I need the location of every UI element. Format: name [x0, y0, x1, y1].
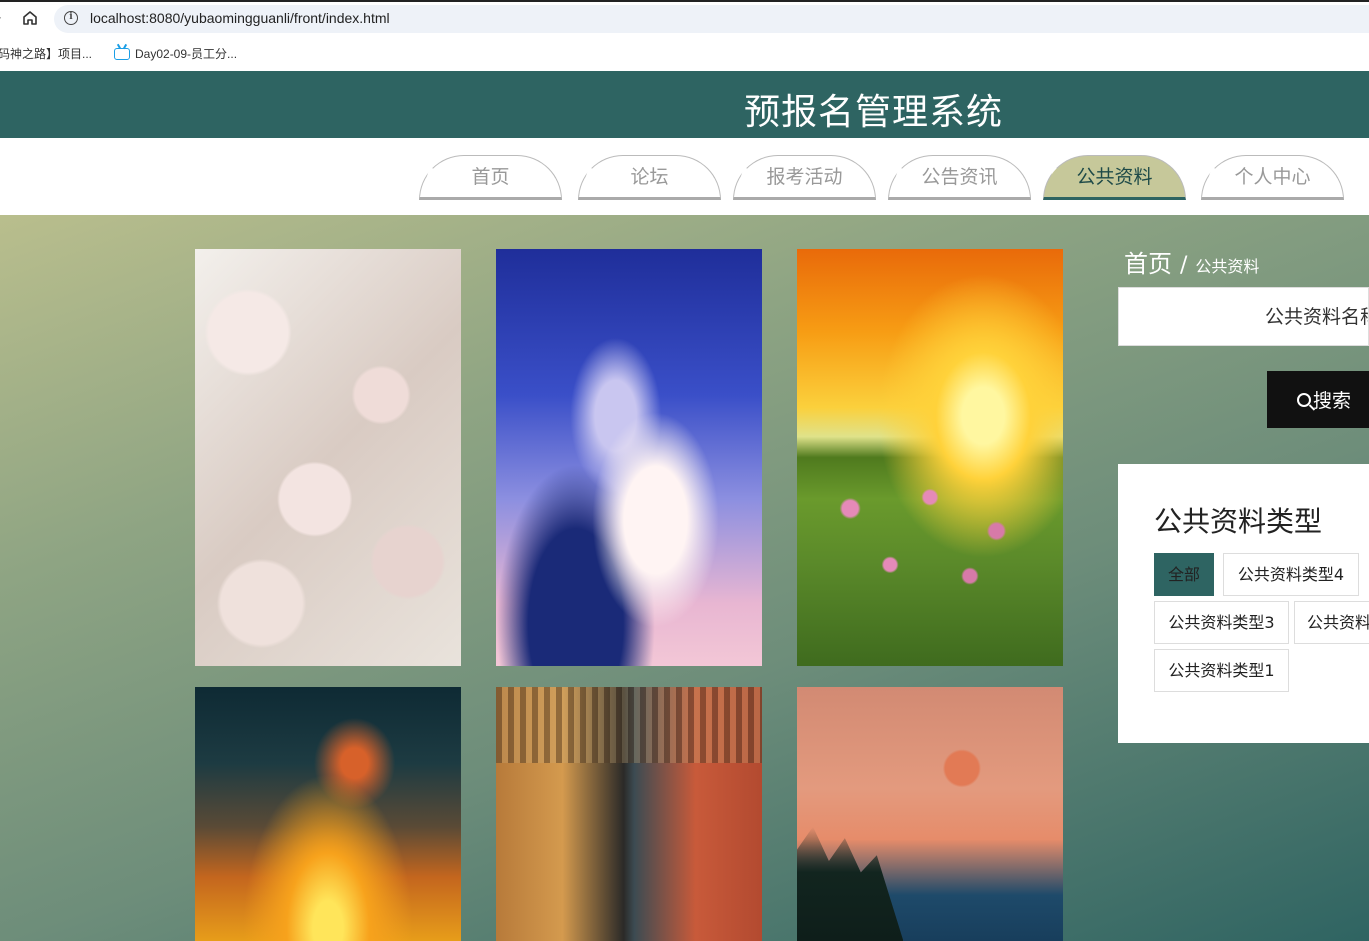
type-chip-3[interactable]: 公共资料类型3 [1154, 601, 1289, 644]
browser-address-bar: › i localhost:8080/yubaomingguanli/front… [0, 0, 1369, 34]
search-button-label: 搜索 [1313, 390, 1352, 412]
main-nav: 首页 论坛 报考活动 公告资讯 公共资料 个人中心 [0, 138, 1369, 215]
search-button[interactable]: 搜索 [1267, 371, 1369, 428]
tab-personal-center[interactable]: 个人中心 [1201, 155, 1344, 200]
site-header: 预报名管理系统 [0, 71, 1369, 138]
material-card-blue-sky[interactable] [496, 249, 762, 666]
material-card-sunset-clouds[interactable] [195, 687, 461, 941]
material-types-panel: 公共资料类型 全部 公共资料类型4 公共资料类型3 公共资料类型2 公共资料类型… [1118, 464, 1369, 743]
types-title: 公共资料类型 [1154, 505, 1323, 538]
type-chip-1[interactable]: 公共资料类型1 [1154, 649, 1289, 692]
material-card-flower-field[interactable] [797, 249, 1063, 666]
material-card-corridor[interactable] [496, 687, 762, 941]
bookmark-item[interactable]: 码神之路】项目... [0, 45, 92, 62]
breadcrumb-separator: / [1180, 253, 1188, 278]
breadcrumb-current: 公共资料 [1195, 257, 1260, 276]
tab-home[interactable]: 首页 [419, 155, 562, 200]
bilibili-tv-icon [114, 47, 130, 60]
tab-forum[interactable]: 论坛 [578, 155, 721, 200]
type-chip-2[interactable]: 公共资料类型2 [1294, 601, 1369, 644]
reload-icon[interactable]: › [0, 10, 2, 26]
tab-announcements[interactable]: 公告资讯 [888, 155, 1031, 200]
tab-public-materials[interactable]: 公共资料 [1043, 155, 1186, 200]
type-chip-all[interactable]: 全部 [1154, 553, 1214, 596]
breadcrumb-home[interactable]: 首页 [1124, 244, 1172, 279]
bookmarks-bar: 码神之路】项目... Day02-09-员工分... [0, 34, 1369, 71]
home-icon[interactable] [20, 8, 40, 28]
bookmark-label: Day02-09-员工分... [135, 47, 238, 61]
material-card-moon-lake[interactable] [797, 687, 1063, 941]
tab-exam-activities[interactable]: 报考活动 [733, 155, 876, 200]
search-box [1118, 287, 1369, 346]
url-text[interactable]: localhost:8080/yubaomingguanli/front/ind… [90, 10, 390, 26]
search-icon [1297, 392, 1311, 407]
site-title: 预报名管理系统 [744, 92, 1004, 133]
material-card-cherry-blossom[interactable] [195, 249, 461, 666]
breadcrumb: 首页 / 公共资料 [1124, 244, 1259, 279]
bookmark-item[interactable]: Day02-09-员工分... [114, 45, 237, 62]
search-input[interactable] [1119, 288, 1368, 345]
type-chip-4[interactable]: 公共资料类型4 [1223, 553, 1359, 596]
site-info-icon[interactable]: i [64, 11, 78, 25]
